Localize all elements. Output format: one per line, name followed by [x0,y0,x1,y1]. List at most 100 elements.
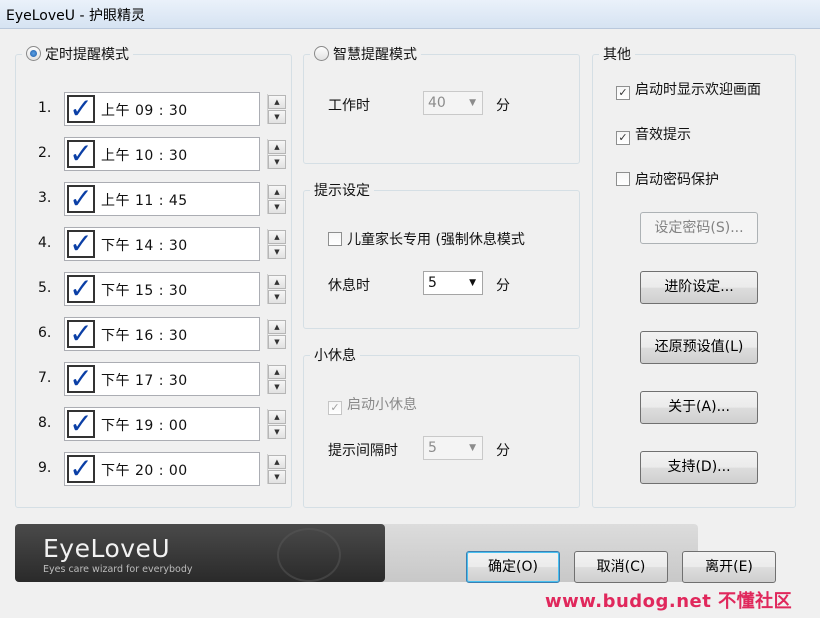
spin-down-icon[interactable]: ▼ [268,200,286,214]
checkbox-checked-icon: ✓ [616,131,630,145]
mini-break-checkbox[interactable]: ✓ 启动小休息 [328,394,417,415]
time-spinner[interactable]: ▲ ▼ [267,229,286,259]
enabled-checkbox-icon[interactable]: ✓ [67,455,95,483]
timer-mode-radio[interactable]: 定时提醒模式 [22,44,133,64]
time-spinner[interactable]: ▲ ▼ [267,364,286,394]
enabled-checkbox-icon[interactable]: ✓ [67,140,95,168]
time-picker[interactable]: ✓ 上午 10 : 30 ▲ ▼ [64,137,286,171]
advanced-settings-button[interactable]: 进阶设定... [640,271,758,304]
spin-up-icon[interactable]: ▲ [268,365,286,379]
enabled-checkbox-icon[interactable]: ✓ [67,230,95,258]
enabled-checkbox-icon[interactable]: ✓ [67,275,95,303]
timer-row-number: 9. [38,460,52,476]
show-welcome-checkbox[interactable]: ✓ 启动时显示欢迎画面 [616,79,772,100]
spin-down-icon[interactable]: ▼ [268,380,286,394]
eyeloveu-logo: EyeLoveU [43,534,171,563]
time-value[interactable]: 上午 10 : 30 [101,145,188,165]
mini-break-group: 小休息 [303,345,580,508]
time-picker[interactable]: ✓ 下午 20 : 00 ▲ ▼ [64,452,286,486]
spin-up-icon[interactable]: ▲ [268,230,286,244]
checkbox-empty-icon [616,172,630,186]
time-picker[interactable]: ✓ 上午 11 : 45 ▲ ▼ [64,182,286,216]
password-protect-checkbox[interactable]: 启动密码保护 [616,169,719,189]
time-picker[interactable]: ✓ 下午 19 : 00 ▲ ▼ [64,407,286,441]
spin-down-icon[interactable]: ▼ [268,335,286,349]
rest-time-value: 5 [428,275,437,291]
work-time-unit: 分 [496,98,510,114]
reminder-legend: 提示设定 [314,183,370,199]
time-spinner[interactable]: ▲ ▼ [267,454,286,484]
spin-down-icon[interactable]: ▼ [268,110,286,124]
time-value[interactable]: 上午 09 : 30 [101,100,188,120]
time-spinner[interactable]: ▲ ▼ [267,94,286,124]
dropdown-arrow-icon: ▼ [469,443,476,453]
rest-time-unit: 分 [496,278,510,294]
show-welcome-label: 启动时显示欢迎画面 [635,82,761,98]
spin-up-icon[interactable]: ▲ [268,275,286,289]
restore-defaults-button[interactable]: 还原预设值(L) [640,331,758,364]
timer-row-number: 5. [38,280,52,296]
support-button[interactable]: 支持(D)... [640,451,758,484]
mini-break-legend: 小休息 [314,348,356,364]
time-value[interactable]: 下午 16 : 30 [101,325,188,345]
time-picker[interactable]: ✓ 下午 14 : 30 ▲ ▼ [64,227,286,261]
time-spinner[interactable]: ▲ ▼ [267,139,286,169]
sound-label: 音效提示 [635,127,691,143]
time-spinner[interactable]: ▲ ▼ [267,409,286,439]
enabled-checkbox-icon[interactable]: ✓ [67,95,95,123]
enabled-checkbox-icon[interactable]: ✓ [67,185,95,213]
set-password-button[interactable]: 设定密码(S)... [640,212,758,244]
enabled-checkbox-icon[interactable]: ✓ [67,320,95,348]
cancel-button[interactable]: 取消(C) [574,551,668,583]
smart-mode-radio[interactable]: 智慧提醒模式 [310,44,421,64]
time-picker[interactable]: ✓ 下午 16 : 30 ▲ ▼ [64,317,286,351]
interval-value: 5 [428,440,437,456]
checkbox-checked-disabled-icon: ✓ [328,401,342,415]
about-button[interactable]: 关于(A)... [640,391,758,424]
mini-break-label: 启动小休息 [347,397,417,413]
work-time-value: 40 [428,95,446,111]
time-value[interactable]: 上午 11 : 45 [101,190,188,210]
time-value[interactable]: 下午 20 : 00 [101,460,188,480]
time-picker[interactable]: ✓ 上午 09 : 30 ▲ ▼ [64,92,286,126]
dropdown-arrow-icon: ▼ [469,278,476,288]
time-value[interactable]: 下午 15 : 30 [101,280,188,300]
spin-up-icon[interactable]: ▲ [268,455,286,469]
enabled-checkbox-icon[interactable]: ✓ [67,365,95,393]
timer-row-number: 6. [38,325,52,341]
sound-checkbox[interactable]: ✓ 音效提示 [616,124,691,145]
interval-select[interactable]: 5 ▼ [423,436,483,460]
face-mascot-icon [277,528,341,582]
spin-down-icon[interactable]: ▼ [268,245,286,259]
rest-time-select[interactable]: 5 ▼ [423,271,483,295]
work-time-select[interactable]: 40 ▼ [423,91,483,115]
spin-down-icon[interactable]: ▼ [268,425,286,439]
time-value[interactable]: 下午 19 : 00 [101,415,188,435]
timer-mode-label: 定时提醒模式 [45,47,129,63]
spin-up-icon[interactable]: ▲ [268,140,286,154]
time-spinner[interactable]: ▲ ▼ [267,184,286,214]
enabled-checkbox-icon[interactable]: ✓ [67,410,95,438]
ok-button[interactable]: 确定(O) [466,551,560,583]
work-time-label: 工作时 [328,98,370,114]
timer-row-number: 7. [38,370,52,386]
spin-up-icon[interactable]: ▲ [268,320,286,334]
spin-up-icon[interactable]: ▲ [268,95,286,109]
kids-mode-checkbox[interactable]: 儿童家长专用 (强制休息模式 [328,229,550,249]
timer-row-number: 3. [38,190,52,206]
spin-down-icon[interactable]: ▼ [268,470,286,484]
time-picker[interactable]: ✓ 下午 15 : 30 ▲ ▼ [64,272,286,306]
password-protect-label: 启动密码保护 [635,172,719,188]
timer-row-number: 1. [38,100,52,116]
time-value[interactable]: 下午 14 : 30 [101,235,188,255]
rest-time-label: 休息时 [328,278,370,294]
spin-up-icon[interactable]: ▲ [268,410,286,424]
spin-down-icon[interactable]: ▼ [268,290,286,304]
time-value[interactable]: 下午 17 : 30 [101,370,188,390]
time-spinner[interactable]: ▲ ▼ [267,274,286,304]
time-picker[interactable]: ✓ 下午 17 : 30 ▲ ▼ [64,362,286,396]
spin-up-icon[interactable]: ▲ [268,185,286,199]
time-spinner[interactable]: ▲ ▼ [267,319,286,349]
leave-button[interactable]: 离开(E) [682,551,776,583]
spin-down-icon[interactable]: ▼ [268,155,286,169]
